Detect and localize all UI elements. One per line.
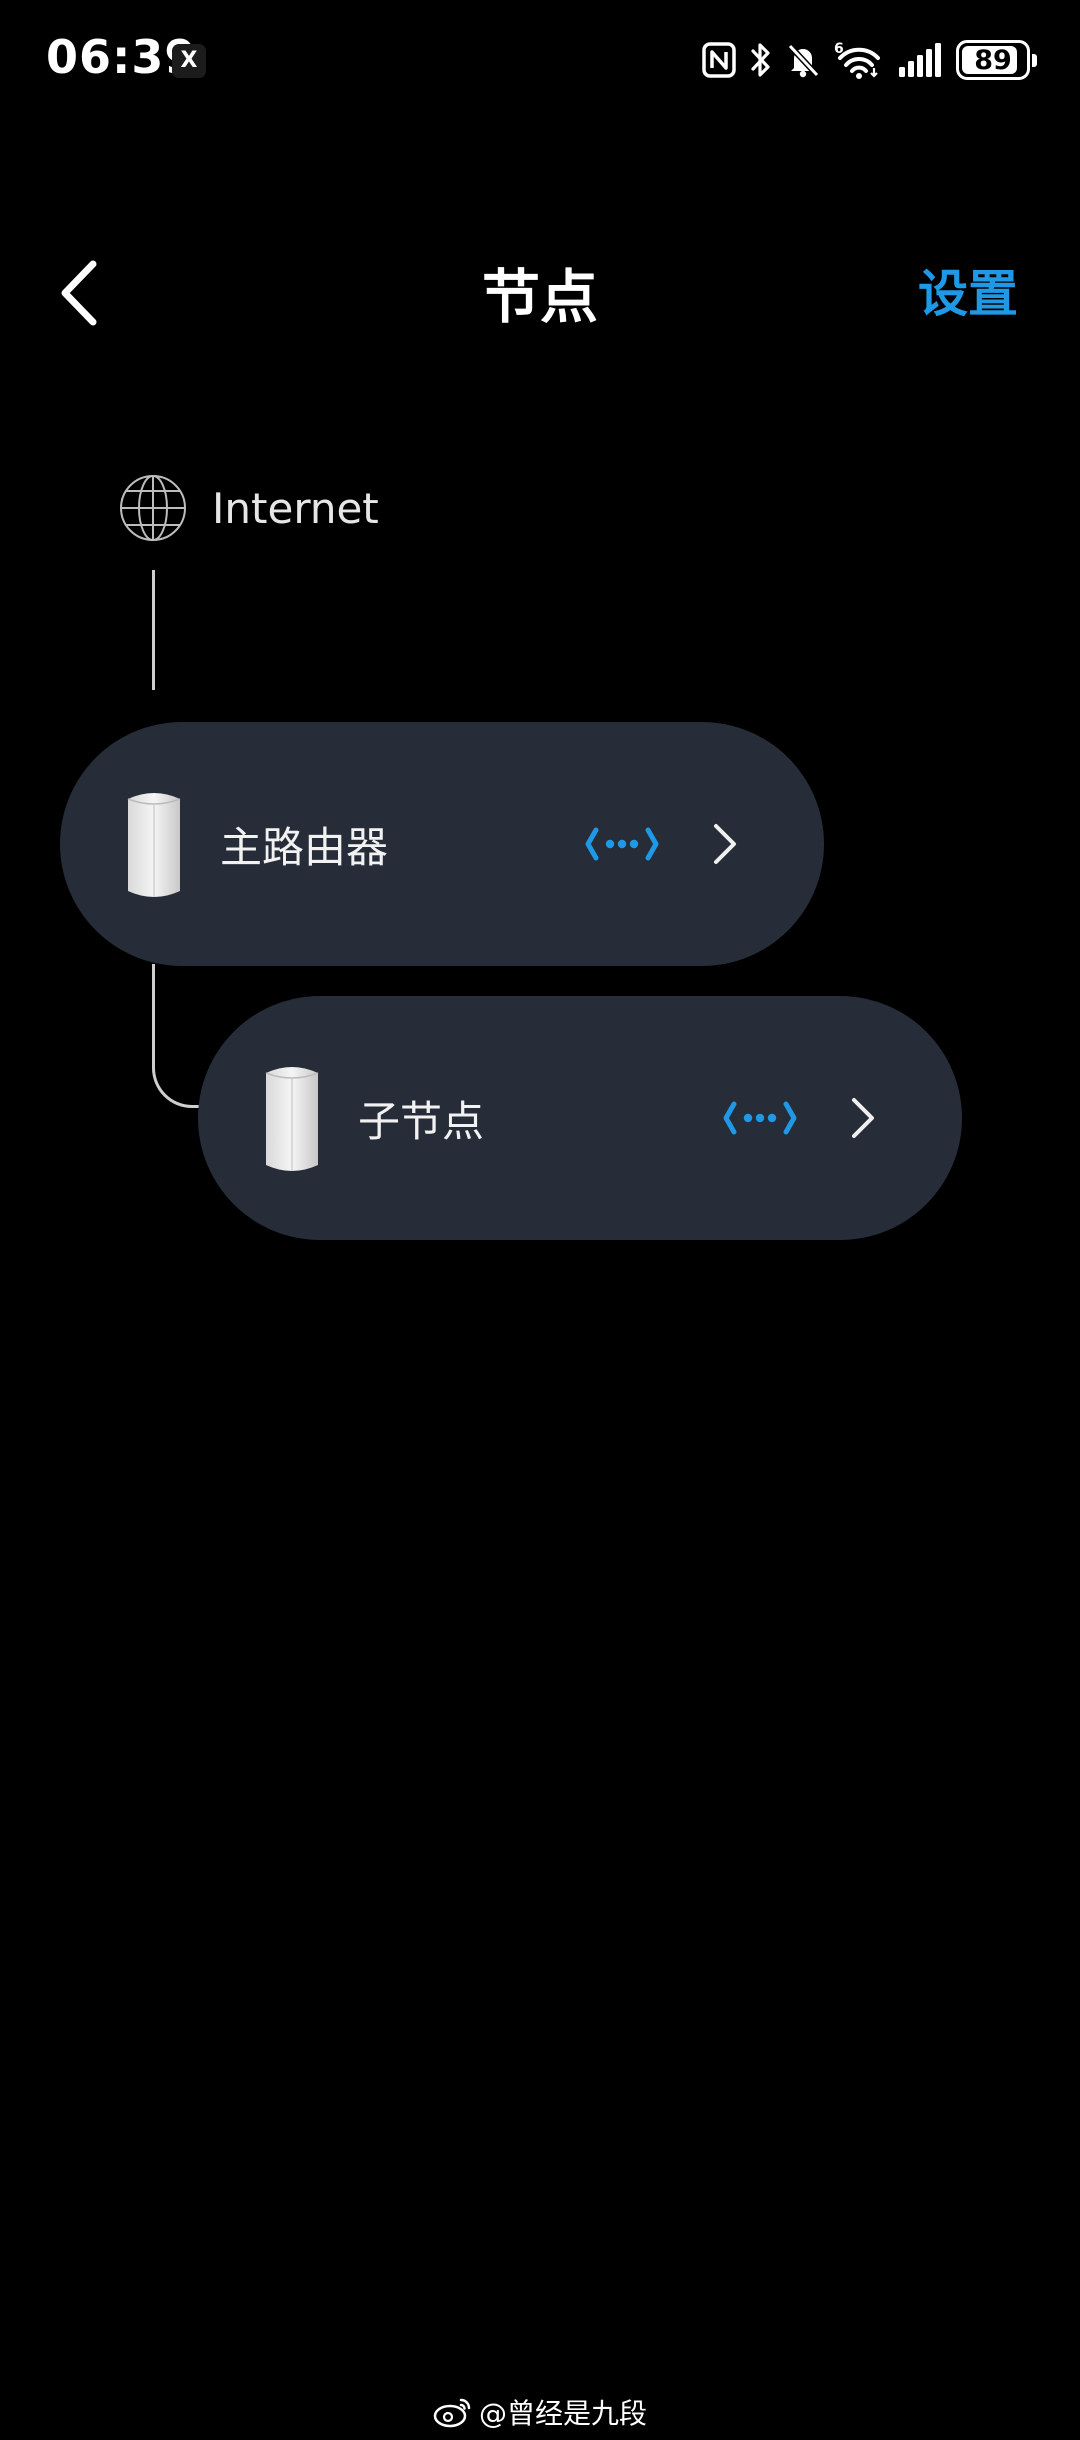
- weibo-logo-icon: [433, 2398, 471, 2428]
- router-device-icon: [127, 793, 181, 897]
- bell-muted-icon: [787, 43, 820, 78]
- node-card-child-node[interactable]: 子节点: [198, 996, 962, 1240]
- bluetooth-icon: [751, 43, 770, 77]
- cellular-signal-icon: [899, 43, 941, 77]
- nfc-icon: [702, 42, 736, 78]
- chevron-right-icon: [714, 824, 736, 864]
- x-app-notification-icon: X: [172, 44, 206, 78]
- battery-level-text: 89: [974, 44, 1012, 76]
- node-name: 主路由器: [220, 822, 389, 872]
- chevron-right-icon: [852, 1098, 874, 1138]
- watermark-text: @曾经是九段: [478, 2397, 647, 2430]
- connector-line-main-child: [152, 964, 200, 1108]
- globe-icon: [120, 475, 186, 541]
- node-name: 子节点: [358, 1096, 485, 1146]
- connection-status-icon: [723, 1101, 797, 1135]
- wifi-6-icon: 6: [834, 41, 880, 79]
- battery-icon: 89: [956, 40, 1037, 80]
- node-card-main-router[interactable]: 主路由器: [60, 722, 824, 966]
- internet-label: Internet: [212, 483, 379, 533]
- status-bar: 06:39 X 6 89: [0, 0, 1080, 120]
- router-device-icon: [265, 1067, 319, 1171]
- back-button[interactable]: [44, 248, 114, 338]
- chevron-left-icon: [61, 260, 97, 326]
- settings-button[interactable]: 设置: [918, 254, 1018, 326]
- internet-row: Internet: [118, 472, 379, 544]
- connector-line-internet-main: [152, 570, 155, 690]
- connection-status-icon: [585, 827, 659, 861]
- watermark: @曾经是九段: [0, 2392, 1080, 2432]
- battery-cap: [1032, 54, 1037, 67]
- status-icons: 6 89: [702, 36, 1037, 84]
